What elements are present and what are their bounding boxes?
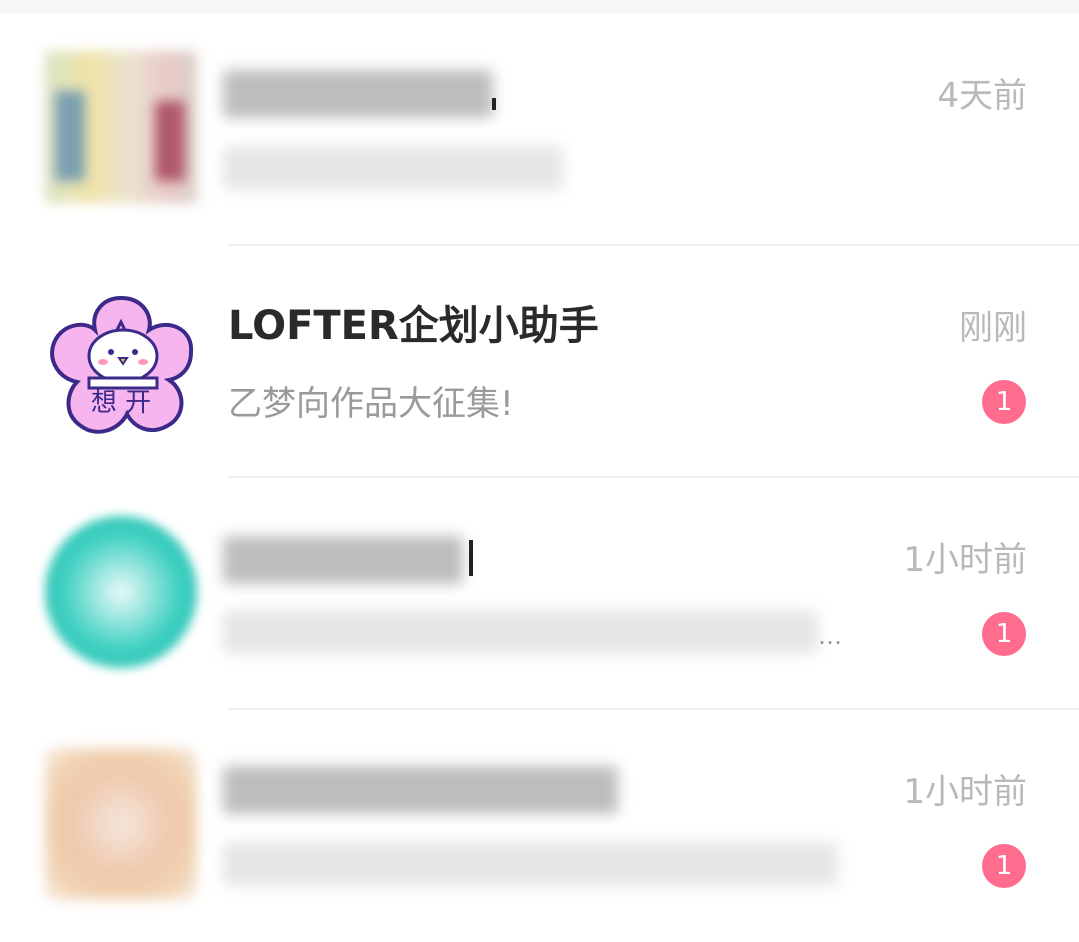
preview-ellipsis: … bbox=[818, 622, 842, 650]
status-strip bbox=[0, 0, 1079, 13]
avatar-caption: 想 开 bbox=[90, 388, 152, 418]
title-redacted bbox=[223, 766, 618, 814]
conversation-item[interactable]: 4天前 bbox=[0, 14, 1079, 246]
preview-redacted bbox=[223, 842, 838, 886]
timestamp: 刚刚 bbox=[959, 308, 1027, 348]
preview-redacted bbox=[223, 610, 818, 654]
preview-redacted bbox=[223, 146, 563, 190]
avatar bbox=[45, 748, 197, 900]
unread-badge: 1 bbox=[982, 380, 1026, 424]
avatar bbox=[45, 516, 197, 668]
duck-mascot-flower-icon bbox=[50, 295, 194, 434]
avatar: 想 开 bbox=[45, 290, 197, 442]
unread-badge: 1 bbox=[982, 612, 1026, 656]
avatar bbox=[45, 51, 197, 203]
timestamp: 4天前 bbox=[937, 76, 1027, 116]
conversation-title: LOFTER企划小助手 bbox=[228, 303, 599, 349]
text-cursor bbox=[492, 98, 496, 110]
conversation-item[interactable]: … 1小时前 1 bbox=[0, 478, 1079, 710]
timestamp: 1小时前 bbox=[903, 772, 1027, 812]
title-redacted bbox=[223, 70, 493, 118]
conversation-item[interactable]: 1小时前 1 bbox=[0, 710, 1079, 942]
unread-badge: 1 bbox=[982, 844, 1026, 888]
conversation-item[interactable]: 想 开 LOFTER企划小助手 乙梦向作品大征集! 刚刚 1 bbox=[0, 246, 1079, 478]
text-cursor bbox=[469, 540, 473, 576]
timestamp: 1小时前 bbox=[903, 540, 1027, 580]
conversation-preview: 乙梦向作品大征集! bbox=[228, 384, 514, 424]
title-redacted bbox=[223, 536, 463, 584]
